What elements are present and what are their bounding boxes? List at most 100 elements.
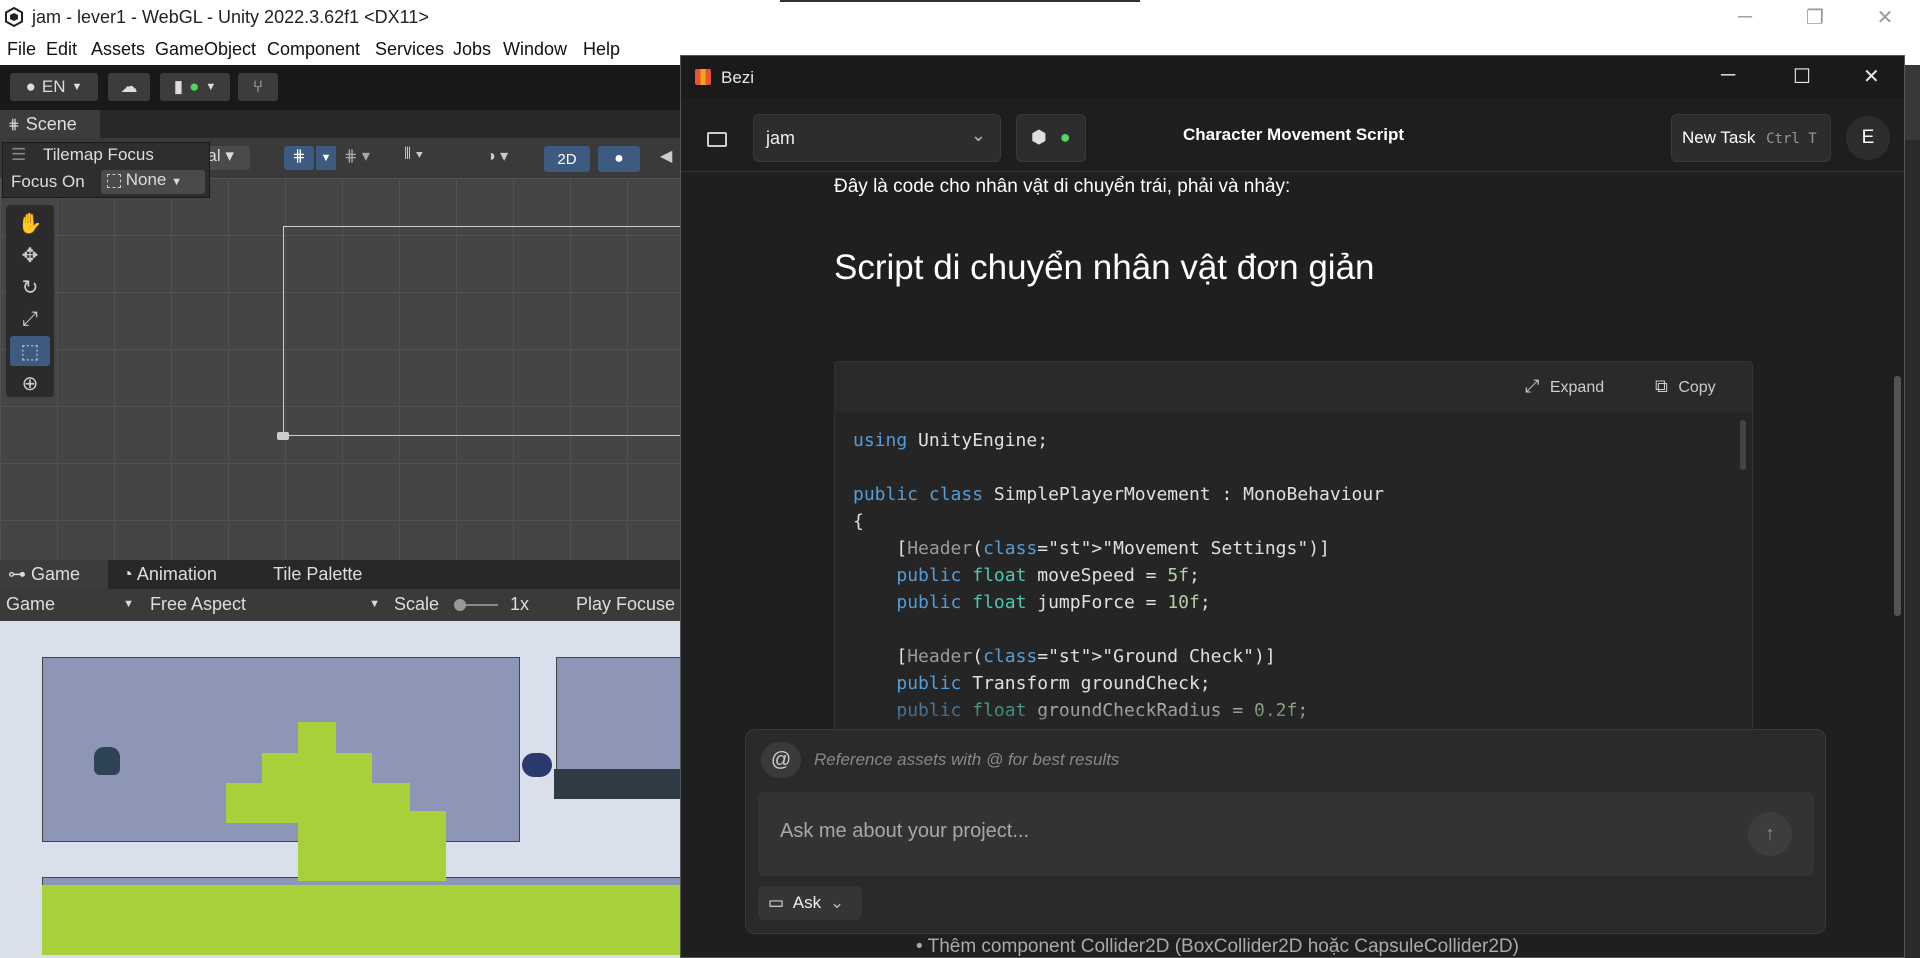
copy-button[interactable]: ⧉ Copy: [1655, 376, 1716, 397]
menu-file[interactable]: File: [7, 39, 36, 60]
cloud-button[interactable]: ☁: [108, 73, 150, 101]
grid-visibility-button[interactable]: ⦀ ▾: [404, 146, 456, 170]
chevron-down-icon: ▼: [205, 81, 217, 93]
chevron-down-icon: ⌄: [829, 893, 845, 912]
hand-tool-icon[interactable]: ✋: [10, 208, 50, 238]
chat-input-placeholder: Ask me about your project...: [780, 820, 1030, 842]
chevron-down-icon: ▼: [171, 176, 182, 188]
water-hazard: [554, 769, 700, 799]
account-label: EN: [41, 77, 66, 96]
close-icon[interactable]: ✕: [1850, 0, 1920, 35]
restore-icon[interactable]: ❐: [1780, 0, 1850, 35]
close-icon[interactable]: ✕: [1863, 64, 1880, 89]
tab-game[interactable]: ⊶ Game: [0, 560, 108, 589]
aspect-dropdown[interactable]: Free Aspect ▼: [150, 594, 380, 615]
menu-edit[interactable]: Edit: [46, 39, 77, 60]
maximize-icon[interactable]: ☐: [1793, 64, 1811, 89]
bezi-titlebar: Bezi ─ ☐ ✕: [681, 56, 1904, 98]
version-control-button[interactable]: ⑂: [238, 73, 278, 101]
drag-handle-icon[interactable]: ☰: [11, 145, 26, 165]
code-line: {: [853, 511, 864, 532]
menu-component[interactable]: Component: [267, 39, 360, 60]
arrow-up-icon: ↑: [1765, 823, 1775, 845]
shading-mode-button[interactable]: ◑ ▾: [486, 146, 536, 170]
code-scrollbar[interactable]: [1740, 420, 1746, 470]
assistant-intro-text: Đây là code cho nhân vật di chuyển trái,…: [834, 176, 1291, 197]
chat-input[interactable]: Ask me about your project... ↑: [758, 792, 1814, 876]
tilemap-focus-overlay: ☰ Tilemap Focus Focus On None ▼: [2, 142, 210, 198]
grid-snap-dropdown[interactable]: ▼: [316, 146, 336, 170]
display-dropdown[interactable]: Game ▼: [6, 594, 134, 615]
chat-scrollbar[interactable]: [1894, 376, 1901, 616]
scene-view[interactable]: [0, 178, 700, 560]
aspect-label: Free Aspect: [150, 594, 247, 614]
bezi-logo-icon: [695, 69, 711, 85]
new-task-shortcut: Ctrl T: [1766, 131, 1817, 147]
chat-composer: @ Reference assets with @ for best resul…: [745, 729, 1826, 934]
menu-jobs[interactable]: Jobs: [453, 39, 491, 60]
tilemap-bounds: [283, 226, 700, 436]
code-content: using UnityEngine; public class SimplePl…: [853, 427, 1384, 724]
tab-tile-palette-label: Tile Palette: [273, 564, 363, 584]
avatar[interactable]: E: [1846, 116, 1890, 160]
mode-dropdown[interactable]: ▭ Ask ⌄: [758, 886, 862, 920]
bezi-app-title: Bezi: [721, 68, 755, 87]
tab-animation[interactable]: ◔ Animation: [122, 564, 217, 585]
gamepad-icon: ⊶: [8, 564, 26, 584]
bezi-window: Bezi ─ ☐ ✕ jam ⌄ ⬢ ● Character Movement …: [680, 55, 1905, 958]
tab-animation-label: Animation: [136, 564, 217, 584]
chat-bubble-icon: ▭: [768, 893, 785, 912]
transform-tool-icon[interactable]: ⊕: [10, 368, 50, 398]
code-block: ⤢ Expand ⧉ Copy using UnityEngine; publi…: [834, 361, 1753, 747]
space-sign: [522, 753, 552, 777]
unity-logo-icon: [5, 7, 23, 27]
menu-window[interactable]: Window: [503, 39, 567, 60]
unity-toolbar: ● EN ▼ ☁ ▮ ● ▼ ⑂: [0, 65, 700, 110]
level-room-right: [556, 657, 700, 777]
tool-palette: ✋ ✥ ↻ ⤢ ⬚ ⊕: [6, 205, 54, 397]
2d-toggle[interactable]: 2D: [544, 146, 590, 172]
message-heading: Script di chuyển nhân vật đơn giản: [834, 248, 1375, 287]
bezi-header: jam ⌄ ⬢ ● Character Movement Script New …: [681, 98, 1904, 172]
send-button[interactable]: ↑: [1748, 812, 1792, 856]
expand-label: Expand: [1549, 379, 1605, 396]
scale-slider-thumb[interactable]: [454, 599, 466, 611]
tab-tile-palette[interactable]: Tile Palette: [273, 564, 362, 585]
focus-on-dropdown[interactable]: None ▼: [101, 170, 205, 194]
game-tabbar: ⊶ Game ◔ Animation Tile Palette: [0, 560, 700, 589]
move-tool-icon[interactable]: ✥: [10, 240, 50, 270]
pivot-handle[interactable]: [277, 432, 289, 440]
code-line: [Header(class="st">"Ground Check": [853, 646, 1254, 667]
inspector-edge-strip: [1905, 140, 1920, 958]
menu-assets[interactable]: Assets: [91, 39, 145, 60]
code-block-header: ⤢ Expand ⧉ Copy: [835, 362, 1752, 412]
new-task-button[interactable]: New Task Ctrl T: [1671, 114, 1831, 162]
mode-label: Ask: [792, 893, 822, 912]
increment-snap-button[interactable]: ⋕ ▾: [344, 146, 396, 170]
player-character: [94, 747, 120, 775]
minimize-icon[interactable]: ─: [1721, 64, 1735, 87]
scale-tool-icon[interactable]: ⤢: [10, 304, 50, 334]
account-dropdown[interactable]: ● EN ▼: [10, 73, 98, 101]
grid-icon: ⋕: [8, 115, 20, 132]
game-view[interactable]: [0, 621, 700, 958]
grid-snap-button[interactable]: ⋕: [284, 146, 314, 170]
at-icon: @: [770, 749, 792, 771]
menu-gameobject[interactable]: GameObject: [155, 39, 256, 60]
code-line: public class SimplePlayerMovement : Mono…: [853, 484, 1385, 505]
minimize-icon[interactable]: ─: [1710, 0, 1780, 35]
play-focused-dropdown[interactable]: Play Focuse: [576, 594, 675, 615]
mention-button[interactable]: @: [761, 742, 801, 778]
menu-help[interactable]: Help: [583, 39, 620, 60]
scale-slider[interactable]: [454, 599, 498, 611]
tab-scene[interactable]: ⋕ Scene: [0, 110, 100, 138]
rect-tool-icon[interactable]: ⬚: [10, 336, 50, 366]
rotate-tool-icon[interactable]: ↻: [10, 272, 50, 302]
menu-services[interactable]: Services: [375, 39, 444, 60]
grass-hill-4: [298, 811, 446, 881]
copy-icon: ⧉: [1655, 376, 1668, 396]
collab-dropdown[interactable]: ▮ ● ▼: [160, 73, 230, 101]
expand-icon: ⤢: [1525, 376, 1540, 396]
expand-button[interactable]: ⤢ Expand: [1525, 376, 1604, 397]
lighting-toggle[interactable]: ●: [598, 146, 640, 172]
